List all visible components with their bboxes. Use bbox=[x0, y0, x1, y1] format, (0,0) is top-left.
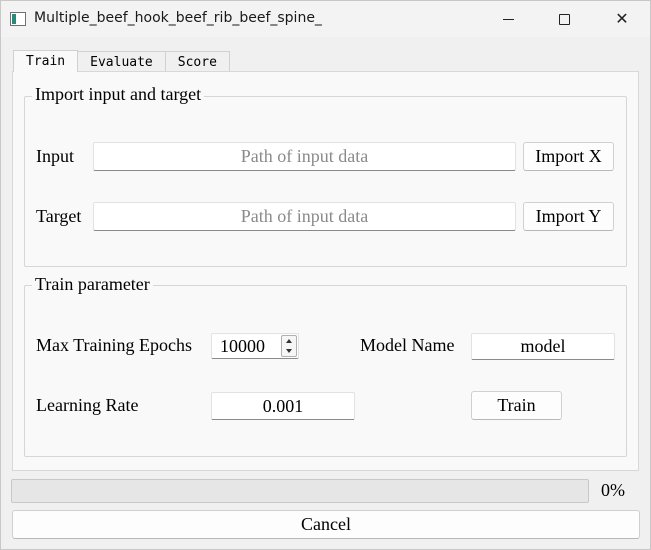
max-epochs-label: Max Training Epochs bbox=[36, 335, 193, 355]
tab-score[interactable]: Score bbox=[164, 51, 230, 72]
learning-rate-field[interactable] bbox=[211, 392, 355, 420]
target-path-field[interactable] bbox=[93, 202, 516, 231]
tab-evaluate[interactable]: Evaluate bbox=[77, 51, 166, 72]
main-window: Multiple_beef_hook_beef_rib_beef_spine_ … bbox=[0, 0, 651, 550]
import-y-button[interactable]: Import Y bbox=[523, 202, 614, 231]
training-progress-bar bbox=[11, 479, 589, 503]
spin-down-button[interactable] bbox=[282, 346, 296, 356]
window-title: Multiple_beef_hook_beef_rib_beef_spine_ bbox=[34, 10, 322, 26]
progress-percent: 0% bbox=[601, 480, 625, 500]
input-path-field[interactable] bbox=[93, 142, 516, 171]
import-groupbox bbox=[24, 96, 627, 267]
spin-buttons bbox=[281, 335, 297, 357]
learning-rate-label: Learning Rate bbox=[36, 395, 139, 415]
maximize-button[interactable] bbox=[541, 1, 587, 37]
train-parameter-group-title: Train parameter bbox=[32, 274, 153, 295]
tab-train[interactable]: Train bbox=[13, 50, 79, 72]
app-window-icon bbox=[10, 12, 26, 26]
chevron-down-icon bbox=[286, 349, 292, 353]
model-name-label: Model Name bbox=[360, 335, 455, 355]
title-bar[interactable]: Multiple_beef_hook_beef_rib_beef_spine_ … bbox=[1, 1, 650, 37]
import-x-button[interactable]: Import X bbox=[523, 142, 614, 171]
train-tab-panel: Import input and target Input Import X T… bbox=[12, 71, 639, 471]
maximize-icon bbox=[558, 13, 570, 25]
model-name-field[interactable] bbox=[471, 333, 615, 360]
train-button[interactable]: Train bbox=[471, 391, 562, 420]
minimize-button[interactable] bbox=[485, 1, 531, 37]
max-epochs-spinbox[interactable]: 10000 bbox=[211, 333, 299, 359]
chevron-up-icon bbox=[286, 339, 292, 343]
import-group-title: Import input and target bbox=[32, 84, 205, 105]
target-label: Target bbox=[36, 206, 82, 226]
input-label: Input bbox=[36, 146, 74, 166]
tab-bar: Train Evaluate Score bbox=[13, 50, 230, 72]
max-epochs-value: 10000 bbox=[220, 336, 265, 356]
minimize-icon bbox=[502, 18, 514, 20]
close-button[interactable]: ✕ bbox=[599, 1, 645, 37]
close-icon: ✕ bbox=[615, 9, 629, 28]
spin-up-button[interactable] bbox=[282, 336, 296, 346]
train-parameter-groupbox bbox=[24, 285, 627, 457]
cancel-button[interactable]: Cancel bbox=[12, 510, 640, 539]
